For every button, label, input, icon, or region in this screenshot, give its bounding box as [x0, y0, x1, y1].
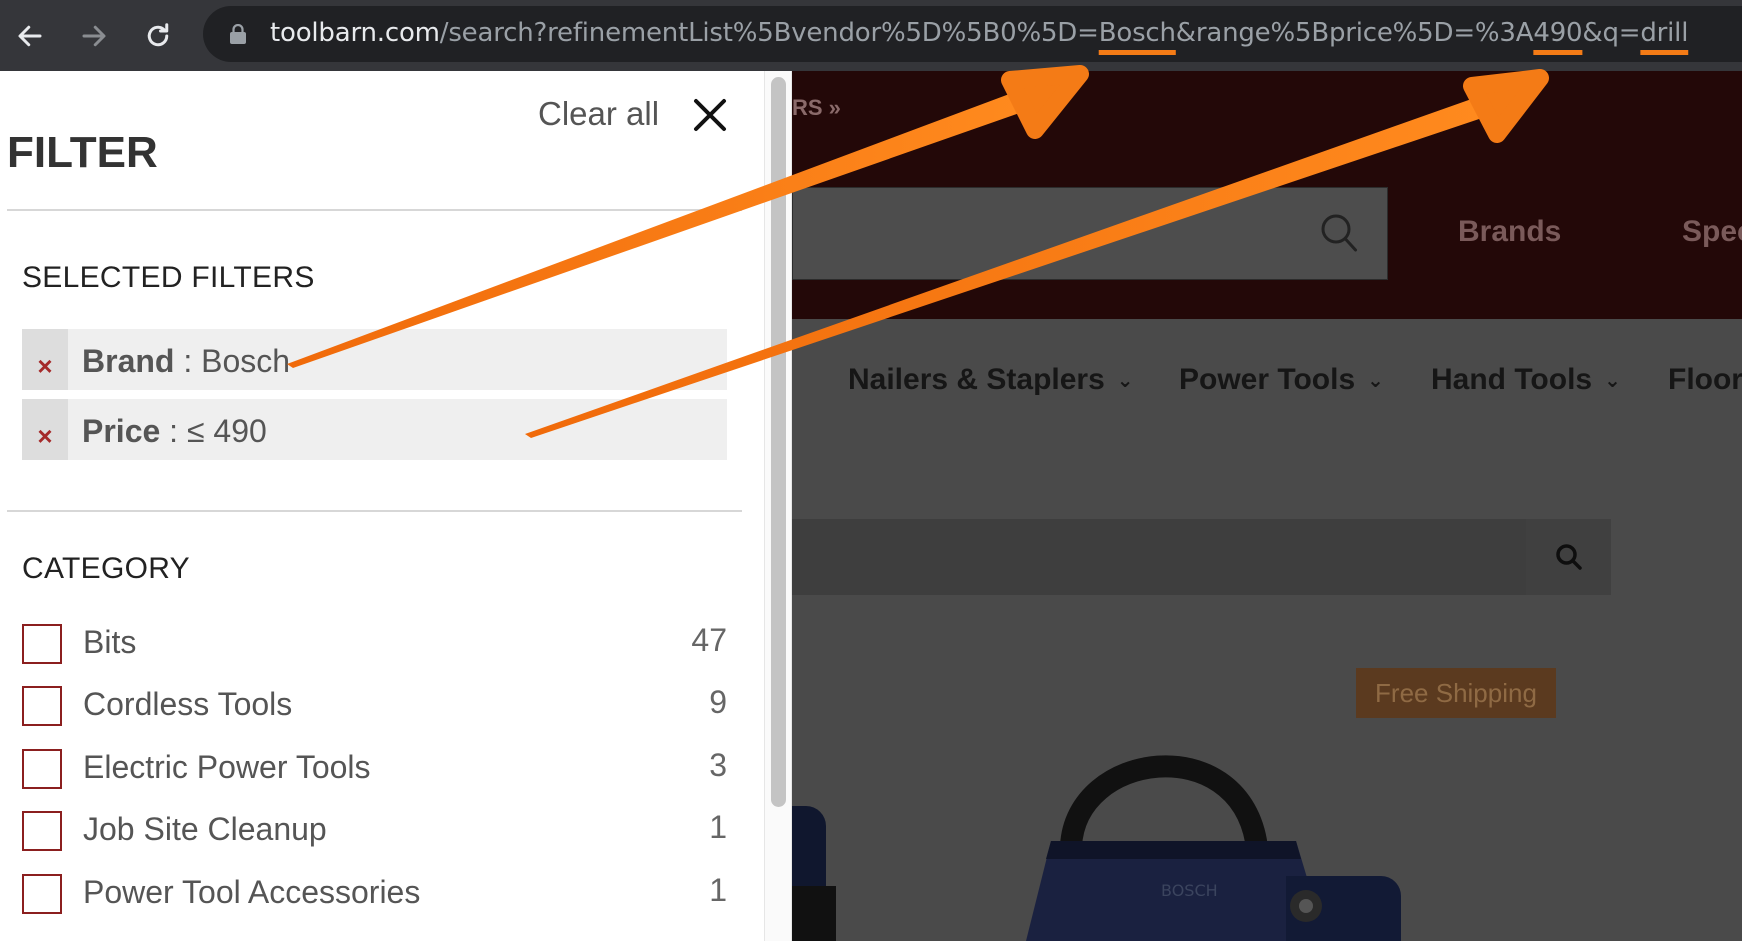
url-path-part: /search?refinementList%5Bvendor%5D%5B0%5… — [439, 18, 1099, 48]
category-option-bits[interactable]: Bits 47 — [22, 622, 727, 664]
bosch-logo: BOSCH — [1161, 881, 1218, 900]
site-search-box[interactable] — [792, 187, 1388, 280]
selected-filter-label: Price : ≤ 490 — [82, 413, 267, 450]
filter-separator: : — [174, 343, 202, 379]
chevron-down-icon: ⌄ — [1604, 370, 1621, 392]
category-checkbox[interactable] — [22, 624, 62, 664]
results-search-button[interactable] — [1526, 519, 1611, 595]
category-label: Electric Power Tools — [83, 749, 371, 785]
browser-toolbar: toolbarn.com/search?refinementList%5Bven… — [0, 0, 1742, 71]
selected-filter-label: Brand : Bosch — [82, 343, 290, 380]
category-option-cordless-tools[interactable]: Cordless Tools 9 — [22, 684, 727, 726]
back-button[interactable] — [8, 14, 52, 58]
url-host: toolbarn.com — [270, 18, 440, 48]
filter-key: Brand — [82, 343, 175, 379]
breadcrumb: RS » — [792, 95, 841, 120]
category-label: Power Tool Accessories — [83, 874, 421, 910]
product-image[interactable]: BOSCH — [766, 681, 1742, 941]
background-page: RS » Brands Spec Nailers & Staplers ⌄ Pow… — [766, 71, 1742, 941]
nav-item-hand-tools[interactable]: Hand Tools ⌄ — [1431, 363, 1621, 397]
nav-item-nailers[interactable]: Nailers & Staplers ⌄ — [848, 363, 1134, 397]
category-heading: CATEGORY — [22, 552, 190, 585]
category-count: 1 — [709, 872, 727, 908]
site-header: RS » Brands Spec — [766, 71, 1742, 319]
category-option-power-tool-accessories[interactable]: Power Tool Accessories 1 — [22, 872, 727, 914]
nav-item-label: Nailers & Staplers — [848, 363, 1105, 396]
nav-item-power-tools[interactable]: Power Tools ⌄ — [1179, 363, 1384, 397]
filter-value: ≤ 490 — [186, 413, 267, 449]
filter-scrollbar[interactable] — [764, 71, 792, 941]
category-count: 3 — [709, 747, 727, 783]
filter-key: Price — [82, 413, 161, 449]
chevron-down-icon: ⌄ — [1116, 370, 1134, 392]
category-checkbox[interactable] — [22, 874, 62, 914]
category-label: Cordless Tools — [83, 686, 293, 722]
category-label: Job Site Cleanup — [83, 811, 327, 847]
arrow-right-icon — [82, 25, 106, 47]
url-text[interactable]: toolbarn.com/search?refinementList%5Bven… — [270, 18, 1688, 48]
scrollbar-thumb[interactable] — [771, 77, 786, 807]
filter-panel: Clear all FILTER SELECTED FILTERS × Bran… — [0, 71, 766, 941]
category-checkbox[interactable] — [22, 749, 62, 789]
nav-item-label: Floor — [1668, 363, 1742, 396]
magnifier-icon — [1555, 544, 1582, 570]
forward-button[interactable] — [72, 14, 116, 58]
clear-all-button[interactable]: Clear all — [538, 95, 659, 133]
remove-filter-brand-button[interactable]: × — [22, 329, 68, 390]
results-search-box[interactable] — [792, 519, 1611, 595]
url-path-part: &range%5Bprice%5D=%3A — [1175, 18, 1534, 48]
nav-item-label: Power Tools — [1179, 363, 1356, 396]
arrow-left-icon — [18, 25, 42, 47]
nav-item-flooring[interactable]: Floor — [1668, 363, 1742, 397]
remove-filter-price-button[interactable]: × — [22, 399, 68, 460]
selected-filters-heading: SELECTED FILTERS — [22, 261, 315, 294]
reload-button[interactable] — [136, 14, 180, 58]
category-count: 47 — [691, 622, 727, 658]
category-nav: Nailers & Staplers ⌄ Power Tools ⌄ Hand To… — [766, 319, 1742, 502]
category-count: 1 — [709, 809, 727, 845]
filter-title: FILTER — [7, 128, 158, 177]
lock-icon — [230, 24, 246, 44]
category-checkbox[interactable] — [22, 811, 62, 851]
url-path-part: &q= — [1582, 18, 1641, 48]
reload-icon — [147, 23, 169, 47]
category-option-electric-power-tools[interactable]: Electric Power Tools 3 — [22, 747, 727, 789]
close-x-icon[interactable] — [690, 95, 730, 135]
filter-separator: : — [160, 413, 187, 449]
category-option-job-site-cleanup[interactable]: Job Site Cleanup 1 — [22, 809, 727, 851]
specials-link[interactable]: Spec — [1682, 215, 1742, 249]
address-bar[interactable]: toolbarn.com/search?refinementList%5Bven… — [203, 6, 1742, 62]
category-count: 9 — [709, 684, 727, 720]
url-query-param: drill — [1640, 18, 1689, 48]
url-price-param: 490 — [1533, 18, 1583, 48]
category-label: Bits — [83, 624, 137, 660]
url-brand-param: Bosch — [1098, 18, 1176, 48]
nav-item-label: Hand Tools — [1431, 363, 1593, 396]
filter-value: Bosch — [201, 343, 291, 379]
selected-filter-brand: × Brand : Bosch — [22, 329, 727, 390]
divider — [7, 510, 742, 512]
divider — [7, 209, 742, 211]
brands-link[interactable]: Brands — [1458, 215, 1561, 249]
chevron-down-icon: ⌄ — [1367, 370, 1384, 392]
category-checkbox[interactable] — [22, 686, 62, 726]
selected-filter-price: × Price : ≤ 490 — [22, 399, 727, 460]
magnifier-icon[interactable] — [1319, 212, 1359, 254]
